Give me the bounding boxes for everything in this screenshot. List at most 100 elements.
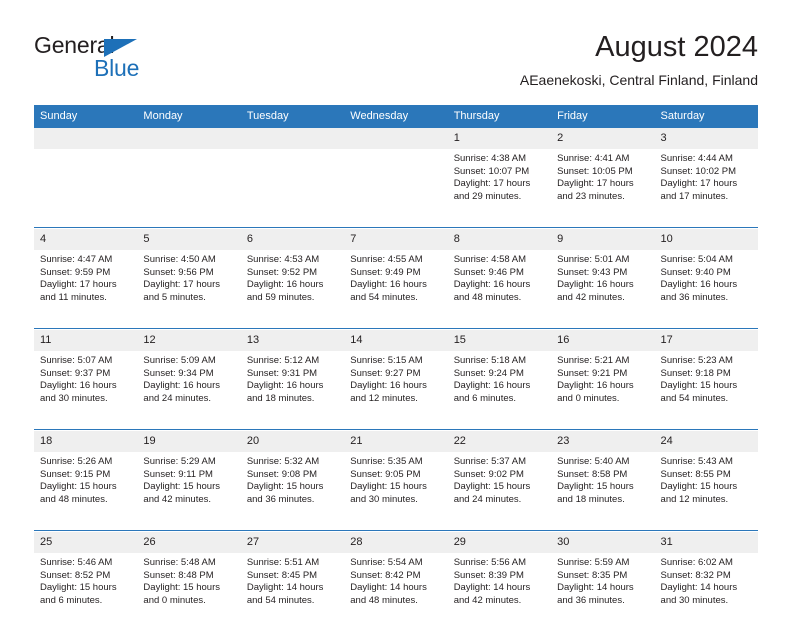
day-number-25[interactable]: 25 [34, 532, 138, 553]
day-number-10[interactable]: 10 [654, 229, 758, 250]
day-number-4[interactable]: 4 [34, 229, 138, 250]
day-number-18[interactable]: 18 [34, 431, 138, 452]
day-number-19[interactable]: 19 [137, 431, 241, 452]
day-detail-row: Sunrise: 5:26 AM Sunset: 9:15 PM Daylight:… [34, 452, 758, 531]
calendar-body: 123 Sunrise: 4:38 AM Sunset: 10:07 PM Dayl… [34, 128, 758, 631]
daylight-hours-text: Daylight: 15 hours [660, 380, 738, 392]
sunrise-text: Sunrise: 5:56 AM [453, 557, 527, 568]
daylight-hours-text: Daylight: 17 hours [557, 178, 634, 190]
sunrise-text: Sunrise: 5:26 AM [40, 456, 113, 467]
daylight-hours-text: Daylight: 14 hours [246, 582, 324, 594]
daylight-minutes-text: and 42 minutes. [557, 291, 625, 303]
sunrise-text: Sunrise: 5:21 AM [557, 355, 630, 366]
day-number-empty [240, 128, 345, 149]
daylight-minutes-text: and 5 minutes. [143, 291, 206, 303]
daylight-minutes-text: and 24 minutes. [143, 392, 212, 404]
day-detail-3: Sunrise: 4:44 AM Sunset: 10:02 PM Daylight… [654, 149, 758, 228]
sunset-text: Sunset: 8:48 PM [143, 569, 214, 581]
calendar-header-row: Sunday Monday Tuesday Wednesday Thursday Frid… [34, 105, 758, 128]
day-number-29[interactable]: 29 [447, 532, 552, 553]
day-number-7[interactable]: 7 [344, 229, 448, 250]
sunset-text: Sunset: 9:21 PM [557, 367, 628, 379]
page-header: General Blue August 2024 AEaenekoski, Ce… [34, 30, 758, 98]
sunrise-text: Sunrise: 4:44 AM [660, 153, 733, 164]
day-number-31[interactable]: 31 [654, 532, 758, 553]
general-blue-logo[interactable]: General Blue [34, 32, 234, 90]
sunrise-text: Sunrise: 5:43 AM [660, 456, 733, 467]
day-number-row: 4 5 6 7 8 9 10 [34, 229, 758, 250]
daylight-hours-text: Daylight: 17 hours [660, 178, 738, 190]
day-detail-16: Sunrise: 5:21 AM Sunset: 9:21 PM Daylight:… [551, 351, 655, 430]
daylight-hours-text: Daylight: 17 hours [143, 279, 220, 291]
daylight-hours-text: Daylight: 15 hours [660, 481, 738, 493]
daylight-hours-text: Daylight: 16 hours [350, 380, 427, 392]
daylight-minutes-text: and 54 minutes. [660, 392, 729, 404]
daylight-hours-text: Daylight: 14 hours [350, 582, 427, 594]
day-number-20[interactable]: 20 [240, 431, 345, 452]
day-number-16[interactable]: 16 [551, 330, 655, 351]
day-detail-7: Sunrise: 4:55 AM Sunset: 9:49 PM Daylight:… [344, 250, 448, 329]
daylight-minutes-text: and 29 minutes. [453, 190, 522, 202]
day-number-13[interactable]: 13 [240, 330, 345, 351]
day-number-30[interactable]: 30 [551, 532, 655, 553]
sunrise-text: Sunrise: 5:15 AM [350, 355, 423, 366]
sunset-text: Sunset: 9:59 PM [40, 266, 111, 278]
day-number-17[interactable]: 17 [654, 330, 758, 351]
daylight-minutes-text: and 30 minutes. [350, 493, 418, 505]
day-number-23[interactable]: 23 [551, 431, 655, 452]
sunset-text: Sunset: 8:32 PM [660, 569, 731, 581]
daylight-hours-text: Daylight: 15 hours [453, 481, 531, 493]
day-number-9[interactable]: 9 [551, 229, 655, 250]
daylight-hours-text: Daylight: 16 hours [40, 380, 117, 392]
daylight-minutes-text: and 36 minutes. [557, 594, 625, 606]
daylight-minutes-text: and 42 minutes. [143, 493, 212, 505]
sunset-text: Sunset: 8:35 PM [557, 569, 628, 581]
day-number-2[interactable]: 2 [551, 128, 655, 149]
daylight-minutes-text: and 23 minutes. [557, 190, 625, 202]
day-detail-11: Sunrise: 5:07 AM Sunset: 9:37 PM Daylight:… [34, 351, 138, 430]
day-detail-17: Sunrise: 5:23 AM Sunset: 9:18 PM Daylight:… [654, 351, 758, 430]
daylight-hours-text: Daylight: 16 hours [557, 279, 634, 291]
day-number-28[interactable]: 28 [344, 532, 448, 553]
sunset-text: Sunset: 9:11 PM [143, 468, 213, 480]
day-number-3[interactable]: 3 [654, 128, 758, 149]
day-number-14[interactable]: 14 [344, 330, 448, 351]
sunset-text: Sunset: 9:08 PM [246, 468, 318, 480]
sunrise-text: Sunrise: 5:29 AM [143, 456, 216, 467]
day-number-24[interactable]: 24 [654, 431, 758, 452]
day-detail-24: Sunrise: 5:43 AM Sunset: 8:55 PM Daylight:… [654, 452, 758, 531]
day-detail-8: Sunrise: 4:58 AM Sunset: 9:46 PM Daylight:… [447, 250, 552, 329]
day-number-1[interactable]: 1 [447, 128, 552, 149]
daylight-hours-text: Daylight: 16 hours [246, 380, 324, 392]
daylight-hours-text: Daylight: 16 hours [143, 380, 220, 392]
sunset-text: Sunset: 10:05 PM [557, 165, 633, 177]
day-detail-1: Sunrise: 4:38 AM Sunset: 10:07 PM Daylight… [447, 149, 552, 228]
day-detail-row: Sunrise: 5:07 AM Sunset: 9:37 PM Daylight:… [34, 351, 758, 430]
day-number-8[interactable]: 8 [447, 229, 552, 250]
day-number-22[interactable]: 22 [447, 431, 552, 452]
day-detail-19: Sunrise: 5:29 AM Sunset: 9:11 PM Daylight:… [137, 452, 241, 531]
sunset-text: Sunset: 10:07 PM [453, 165, 530, 177]
logo-text-blue: Blue [94, 55, 140, 81]
day-number-6[interactable]: 6 [240, 229, 345, 250]
day-detail-empty [240, 149, 345, 228]
day-detail-13: Sunrise: 5:12 AM Sunset: 9:31 PM Daylight:… [240, 351, 345, 430]
day-number-27[interactable]: 27 [240, 532, 345, 553]
sunrise-text: Sunrise: 4:58 AM [453, 254, 527, 265]
sunset-text: Sunset: 10:02 PM [660, 165, 737, 177]
sunset-text: Sunset: 9:49 PM [350, 266, 421, 278]
day-number-15[interactable]: 15 [447, 330, 552, 351]
day-number-26[interactable]: 26 [137, 532, 241, 553]
day-number-5[interactable]: 5 [137, 229, 241, 250]
day-number-11[interactable]: 11 [34, 330, 138, 351]
daylight-hours-text: Daylight: 17 hours [453, 178, 531, 190]
day-detail-10: Sunrise: 5:04 AM Sunset: 9:40 PM Daylight:… [654, 250, 758, 329]
day-number-row: 18 19 20 21 22 23 24 [34, 431, 758, 452]
sunset-text: Sunset: 9:18 PM [660, 367, 731, 379]
daylight-minutes-text: and 54 minutes. [246, 594, 315, 606]
day-number-12[interactable]: 12 [137, 330, 241, 351]
daylight-hours-text: Daylight: 15 hours [246, 481, 324, 493]
day-number-21[interactable]: 21 [344, 431, 448, 452]
day-number-row: 25 26 27 28 29 30 31 [34, 532, 758, 553]
daylight-hours-text: Daylight: 15 hours [557, 481, 634, 493]
